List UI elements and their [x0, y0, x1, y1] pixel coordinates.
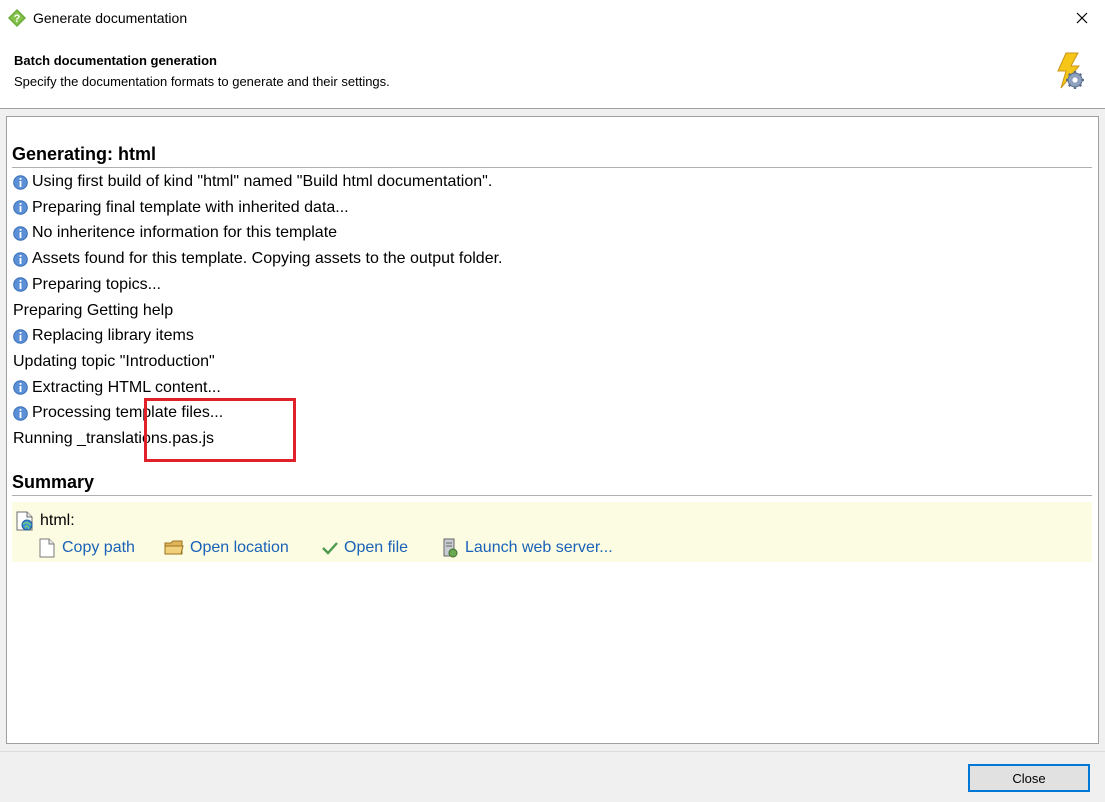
web-server-icon: [443, 538, 458, 558]
header-subtitle: Specify the documentation formats to gen…: [14, 74, 390, 89]
log-line: Running _translations.pas.js: [13, 428, 214, 450]
log-line-text: Replacing library items: [32, 327, 194, 345]
log-line-text: Updating topic "Introduction": [13, 352, 215, 370]
close-icon: [1076, 12, 1088, 24]
log-line-text: No inheritence information for this temp…: [32, 224, 338, 242]
lightning-gear-icon: [1057, 52, 1084, 89]
info-icon: [13, 328, 28, 344]
log-line-text: Using first build of kind "html" named "…: [32, 173, 493, 190]
log-line-text: Extracting HTML content...: [32, 378, 221, 396]
summary-heading: Summary: [12, 472, 1092, 496]
log-line: Using first build of kind "html" named "…: [13, 171, 492, 193]
body-area: Generating: html Using first build of ki…: [0, 109, 1105, 751]
copy-path-link[interactable]: Copy path: [38, 535, 135, 561]
info-icon: [13, 226, 28, 241]
log-line-text: Assets found for this template. Copying …: [32, 250, 503, 268]
log-line: Preparing topics...: [13, 274, 161, 296]
log-line: No inheritence information for this temp…: [13, 222, 337, 244]
copy-path-label: Copy path: [62, 539, 135, 556]
app-help-icon: ?: [8, 9, 26, 27]
info-icon: [13, 251, 28, 267]
log-line-text: Processing template files...: [32, 404, 224, 422]
log-line: Assets found for this template. Copying …: [13, 248, 503, 270]
log-line: Preparing final template with inherited …: [13, 197, 349, 219]
checkmark-icon: [322, 542, 338, 555]
log-line: Processing template files...: [13, 402, 223, 424]
info-icon: [13, 174, 28, 190]
copy-document-icon: [39, 538, 55, 558]
open-file-label: Open file: [344, 539, 409, 556]
folder-icon: [164, 540, 184, 555]
generation-log-panel: Generating: html Using first build of ki…: [6, 116, 1099, 744]
log-line: Extracting HTML content...: [13, 377, 221, 399]
output-actions: Copy path Open location Open file Launch…: [12, 535, 1092, 561]
generating-heading: Generating: html: [12, 144, 1092, 168]
log-line-text: Preparing Getting help: [13, 301, 174, 319]
log-line: Preparing Getting help: [13, 300, 173, 322]
info-icon: [13, 405, 28, 421]
log-line: Replacing library items: [13, 325, 194, 347]
log-line: Updating topic "Introduction": [13, 351, 215, 373]
wizard-header: Batch documentation generation Specify t…: [0, 36, 1105, 109]
header-title: Batch documentation generation: [14, 53, 217, 68]
title-bar: ? Generate documentation: [0, 0, 1105, 36]
output-row-html: html:: [16, 510, 75, 532]
launch-web-server-link[interactable]: Launch web server...: [441, 535, 613, 561]
web-document-icon: [16, 511, 33, 531]
log-line-text: Preparing topics...: [32, 275, 161, 293]
log-line-text: Running _translations.pas.js: [13, 430, 215, 447]
open-location-label: Open location: [190, 539, 289, 556]
info-icon: [13, 380, 28, 395]
close-button[interactable]: Close: [968, 764, 1090, 792]
summary-output-box: html: Copy path Open location Open file …: [12, 502, 1092, 562]
log-line-text: Preparing final template with inherited …: [32, 198, 349, 216]
svg-text:?: ?: [14, 13, 21, 25]
launch-web-server-label: Launch web server...: [465, 539, 613, 556]
dialog-footer: Close: [0, 751, 1105, 802]
info-icon: [13, 200, 28, 215]
window-title: Generate documentation: [33, 10, 188, 26]
window-close-button[interactable]: [1059, 0, 1105, 36]
open-file-link[interactable]: Open file: [322, 535, 408, 561]
output-format-label: html:: [40, 512, 75, 529]
info-icon: [13, 277, 28, 293]
open-location-link[interactable]: Open location: [164, 535, 289, 561]
